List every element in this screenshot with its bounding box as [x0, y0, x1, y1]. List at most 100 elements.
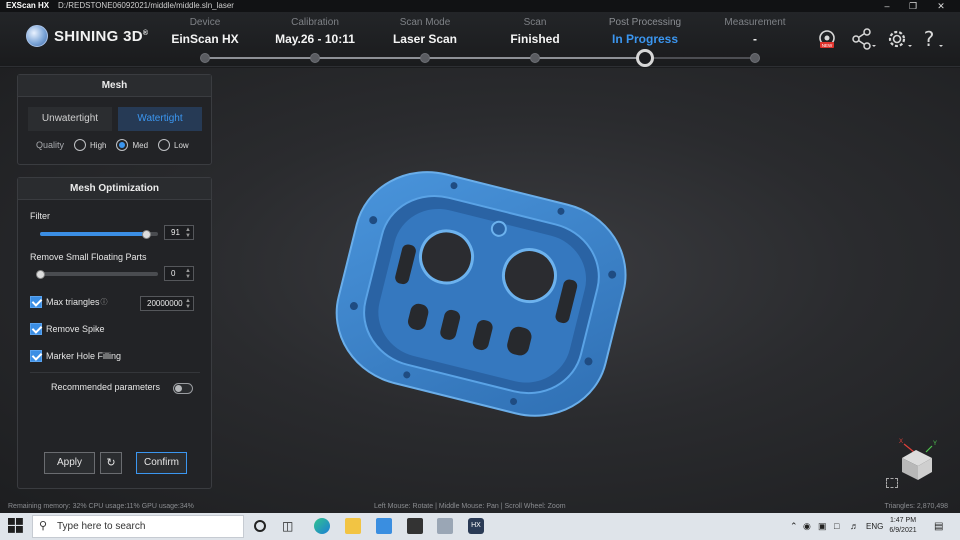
step-measurement[interactable]: Measurement - [700, 17, 810, 47]
step-dot[interactable] [420, 53, 430, 63]
watertight-option[interactable]: Watertight [118, 107, 202, 131]
language-indicator[interactable]: ENG [866, 513, 883, 540]
info-icon[interactable]: ⓘ [101, 297, 108, 307]
svg-text:NEW: NEW [822, 43, 833, 48]
photos-icon[interactable] [437, 518, 453, 534]
step-post-processing[interactable]: Post Processing In Progress [590, 17, 700, 47]
trademark: ® [142, 29, 149, 37]
search-icon: ⚲ [39, 520, 48, 532]
triangle-count: Triangles: 2,870,498 [884, 503, 948, 510]
clock-time: 1:47 PM [889, 517, 917, 524]
store-icon[interactable] [407, 518, 423, 534]
new-feature-icon[interactable]: NEW [812, 26, 842, 52]
notifications-icon[interactable]: ▤ [934, 513, 943, 540]
clock[interactable]: 1:47 PM 6/9/2021 [888, 516, 918, 536]
step-scan-mode[interactable]: Scan Mode Laser Scan [370, 17, 480, 47]
share-icon[interactable] [848, 26, 878, 52]
floating-parts-value-input[interactable]: 0 ▲ ▼ [164, 266, 194, 281]
svg-text:?: ? [924, 28, 935, 50]
step-value: Finished [510, 32, 560, 46]
step-value: Laser Scan [392, 32, 458, 46]
tray-network-icon[interactable]: □ [834, 513, 839, 540]
step-value: - [753, 32, 757, 46]
recommended-parameters-toggle[interactable] [173, 383, 193, 394]
spinner-arrows-icon[interactable]: ▲ ▼ [185, 268, 191, 280]
floating-parts-label: Remove Small Floating Parts [30, 252, 147, 262]
edge-browser-icon[interactable] [314, 518, 330, 534]
recommended-parameters-label: Recommended parameters [51, 382, 161, 392]
quality-high-radio[interactable]: High [74, 139, 106, 151]
step-dot[interactable] [530, 53, 540, 63]
max-triangles-input[interactable]: 20000000 ▲ ▼ [140, 296, 194, 311]
mouse-hint: Left Mouse: Rotate | Middle Mouse: Pan |… [374, 503, 566, 510]
status-bar: Remaining memory: 32% CPU usage:11% GPU … [0, 500, 960, 513]
step-dot[interactable] [310, 53, 320, 63]
mesh-optimization-panel: Mesh Optimization Filter 91 ▲ ▼ Remove Sma… [17, 177, 212, 489]
step-value: EinScan HX [171, 32, 239, 46]
fit-view-icon[interactable] [886, 478, 898, 488]
tray-chevron-icon[interactable]: ⌃ [790, 513, 798, 540]
windows-start-icon[interactable] [8, 518, 24, 534]
checkbox-checked-icon [30, 323, 42, 335]
step-label: Calibration [291, 17, 339, 28]
mesh-optimization-title: Mesh Optimization [18, 178, 211, 200]
view-cube-icon[interactable]: X Y [894, 434, 942, 486]
resource-usage: Remaining memory: 32% CPU usage:11% GPU … [8, 503, 194, 510]
mesh-panel: Mesh Unwatertight Watertight Quality Hig… [17, 74, 212, 165]
tray-app-icon[interactable]: ◉ [803, 513, 811, 540]
reset-icon[interactable]: ↻ [100, 452, 122, 474]
task-view-icon[interactable]: ◫ [282, 518, 298, 534]
search-placeholder: Type here to search [57, 521, 146, 532]
quality-group: Quality High Med Low [36, 139, 189, 151]
quality-med-radio[interactable]: Med [116, 139, 148, 151]
app-icon[interactable] [376, 518, 392, 534]
3d-viewport[interactable]: Mesh Unwatertight Watertight Quality Hig… [0, 68, 960, 513]
windows-taskbar: ⚲ Type here to search ◫ HX ⌃ ◉ ▣ □ ♬ ENG… [0, 513, 960, 540]
volume-icon[interactable]: ♬ [850, 513, 859, 540]
settings-icon[interactable] [884, 26, 914, 52]
globe-logo-icon [26, 25, 48, 47]
confirm-button[interactable]: Confirm [136, 452, 187, 474]
divider [30, 372, 200, 373]
taskbar-search-box[interactable]: ⚲ Type here to search [32, 515, 244, 538]
step-value: May.26 - 10:11 [275, 32, 355, 46]
floating-parts-slider-thumb[interactable] [36, 270, 45, 279]
unwatertight-option[interactable]: Unwatertight [28, 107, 112, 131]
spinner-arrows-icon[interactable]: ▲ ▼ [185, 227, 191, 239]
step-label: Device [189, 17, 221, 28]
filter-label: Filter [30, 211, 50, 221]
step-value: In Progress [611, 32, 679, 46]
floating-parts-slider[interactable] [40, 272, 158, 276]
checkbox-checked-icon [30, 350, 42, 362]
close-button[interactable]: ✕ [928, 0, 954, 12]
spinner-arrows-icon[interactable]: ▲ ▼ [185, 298, 191, 310]
marker-hole-filling-checkbox[interactable]: Marker Hole Filling [30, 350, 121, 362]
svg-text:Y: Y [933, 441, 937, 447]
file-explorer-icon[interactable] [345, 518, 361, 534]
step-device[interactable]: Device EinScan HX [150, 17, 260, 47]
step-calibration[interactable]: Calibration May.26 - 10:11 [260, 17, 370, 47]
checkbox-checked-icon [30, 296, 42, 308]
apply-button[interactable]: Apply [44, 452, 95, 474]
step-label: Scan Mode [399, 17, 451, 28]
quality-low-radio[interactable]: Low [158, 139, 189, 151]
step-label: Measurement [724, 17, 786, 28]
tray-device-icon[interactable]: ▣ [818, 513, 827, 540]
minimize-button[interactable]: – [874, 0, 900, 12]
step-dot-active[interactable] [636, 49, 654, 67]
svg-text:X: X [899, 439, 903, 445]
step-scan[interactable]: Scan Finished [480, 17, 590, 47]
brand-logo: SHINING 3D® [26, 25, 148, 47]
help-icon[interactable]: ? [918, 26, 948, 52]
maximize-button[interactable]: ❐ [900, 0, 926, 12]
step-dot[interactable] [750, 53, 760, 63]
file-path: D:/REDSTONE06092021/middle/middle.sln_la… [58, 1, 234, 10]
filter-slider-thumb[interactable] [142, 230, 152, 239]
filter-value-input[interactable]: 91 ▲ ▼ [164, 225, 194, 240]
quality-label: Quality [36, 140, 65, 150]
remove-spike-checkbox[interactable]: Remove Spike [30, 323, 105, 335]
exscan-hx-taskbar-icon[interactable]: HX [468, 518, 484, 534]
cortana-icon[interactable] [254, 520, 266, 532]
step-dot[interactable] [200, 53, 210, 63]
max-triangles-checkbox[interactable]: Max triangles ⓘ [30, 296, 108, 308]
